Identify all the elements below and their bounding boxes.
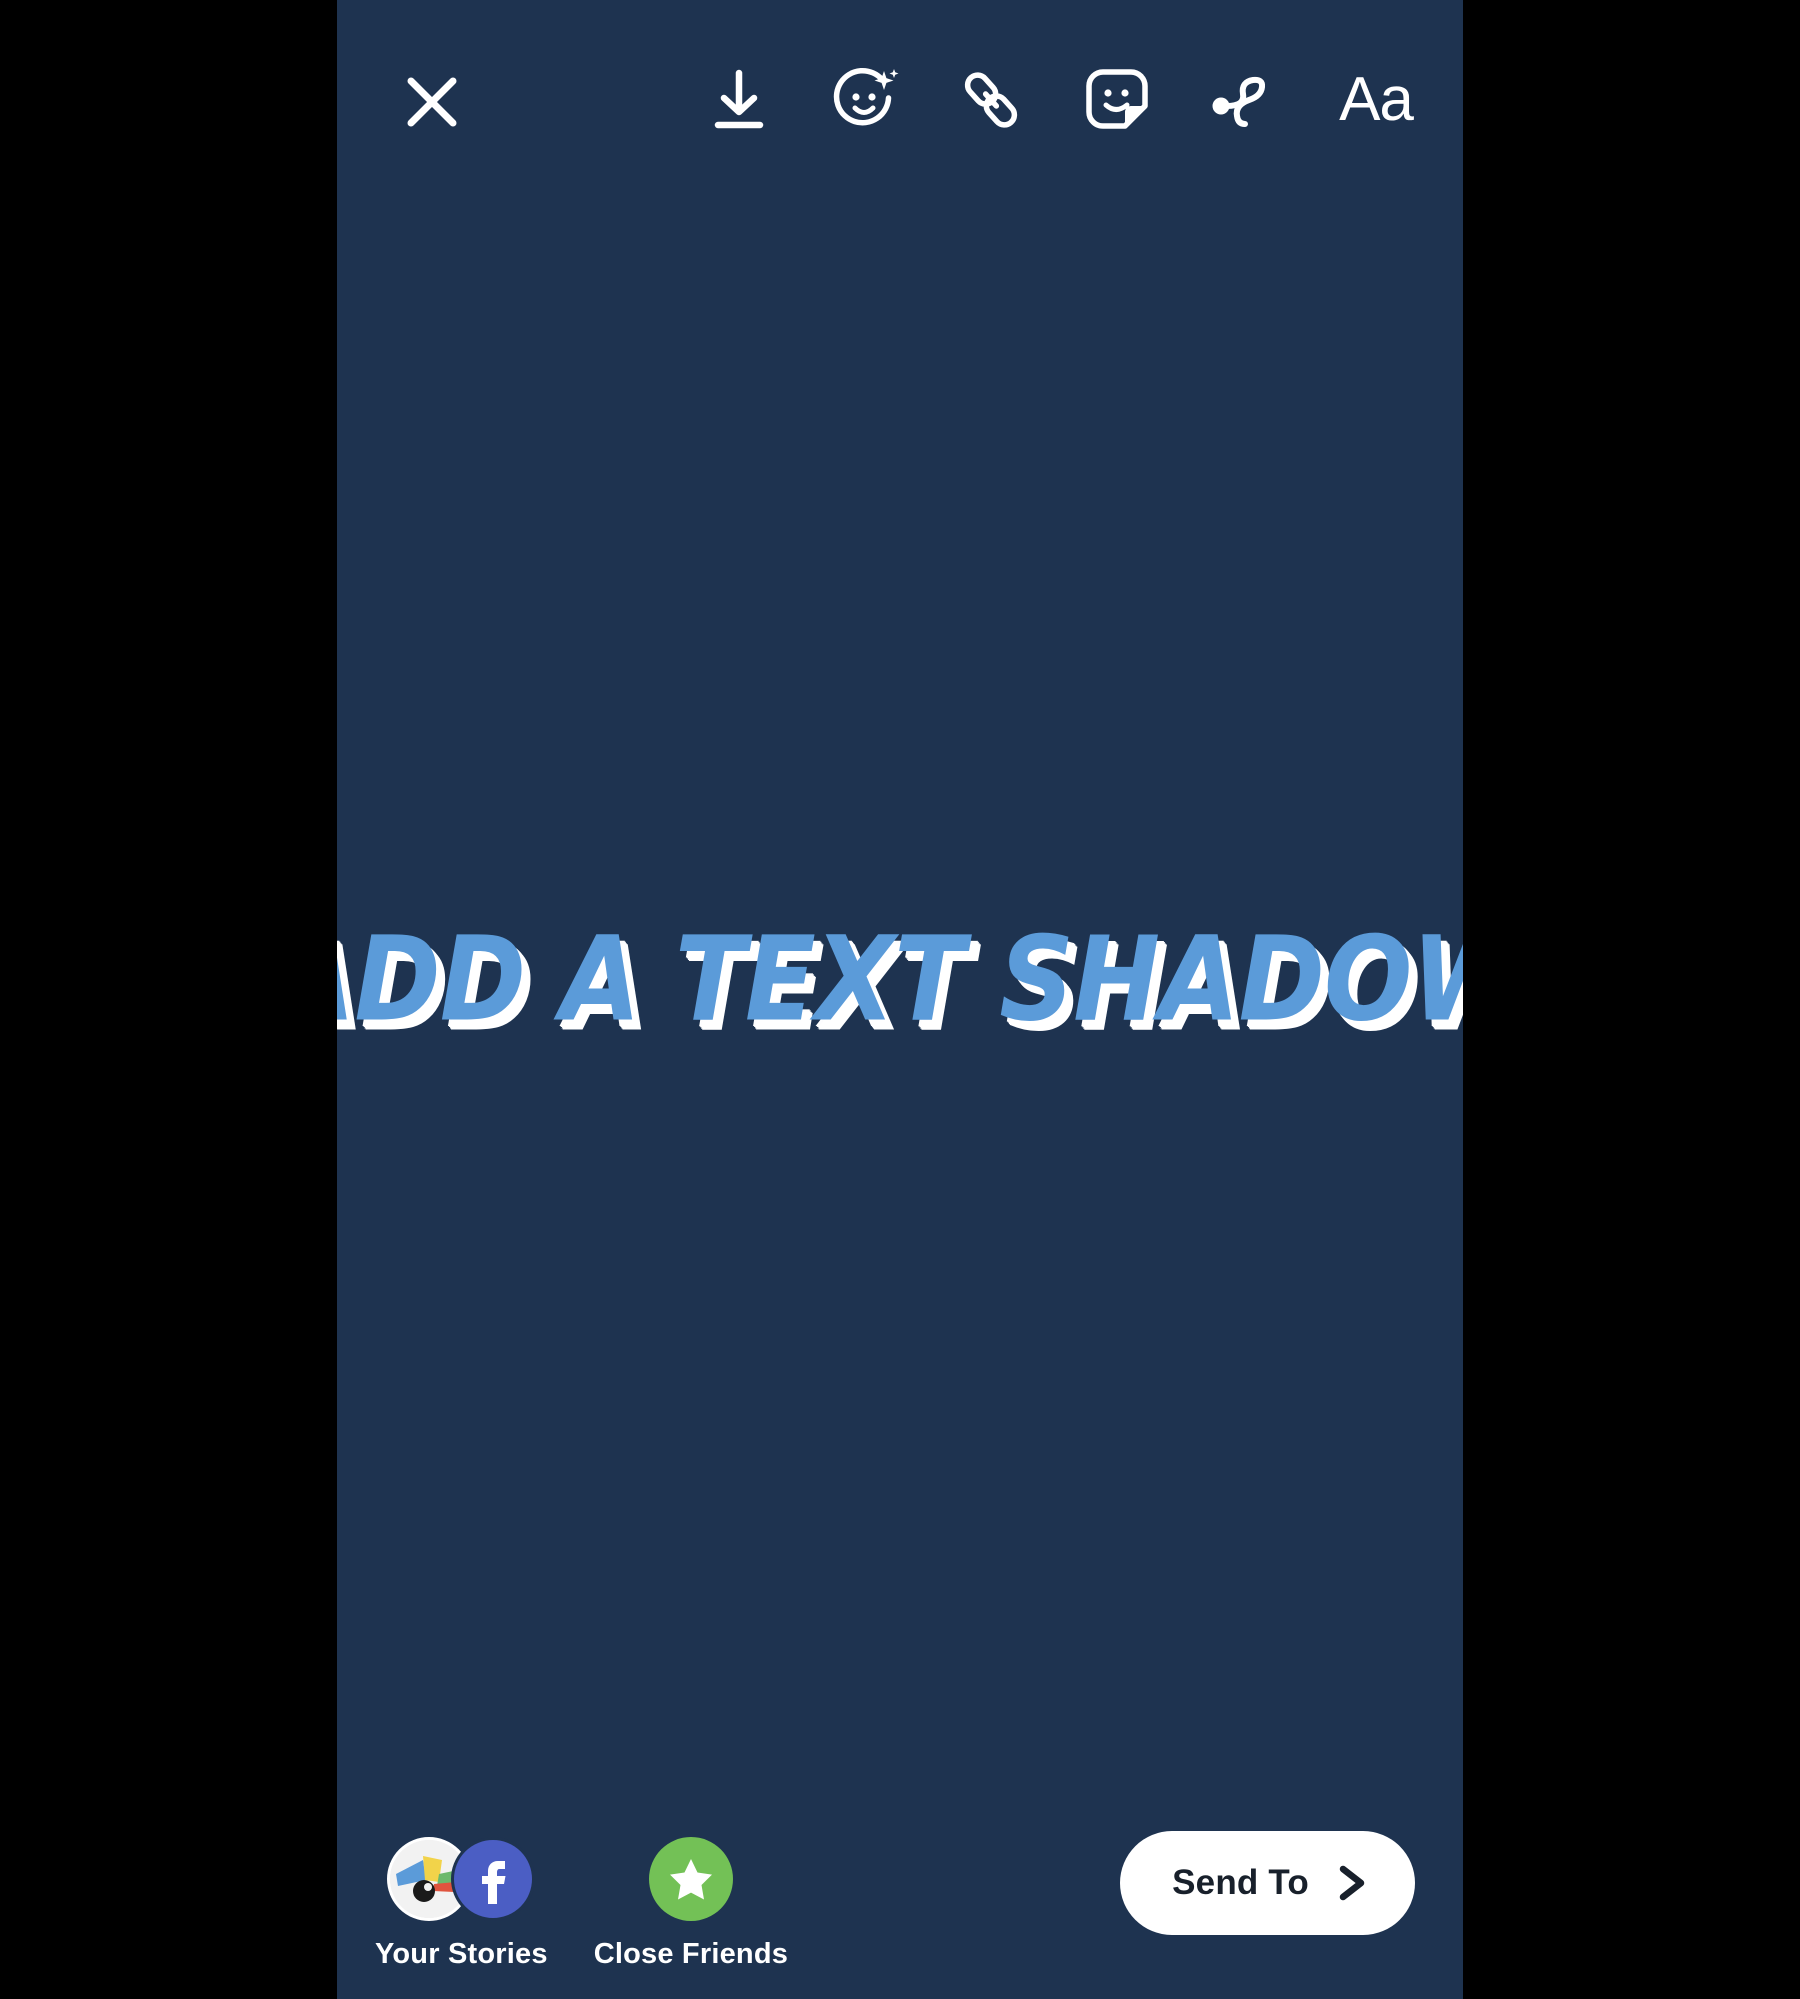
audience-your-stories[interactable]: Your Stories xyxy=(375,1837,548,1971)
close-button[interactable] xyxy=(395,65,469,139)
facebook-badge xyxy=(451,1837,536,1921)
draw-button[interactable] xyxy=(1205,62,1281,138)
link-icon xyxy=(964,72,1018,128)
facebook-icon xyxy=(482,1861,506,1904)
your-stories-icon-cluster xyxy=(387,1837,536,1921)
send-to-label: Send To xyxy=(1172,1863,1309,1902)
text-tool-label: Aa xyxy=(1339,65,1414,134)
close-friends-icon xyxy=(648,1837,733,1921)
top-toolbar: Aa xyxy=(337,0,1463,200)
save-button[interactable] xyxy=(701,62,777,138)
link-button[interactable] xyxy=(953,62,1029,138)
audience-label-your-stories: Your Stories xyxy=(375,1938,548,1970)
story-text-layer: ADD A TEXT SHADOW xyxy=(337,0,1463,1999)
squiggle-draw-icon xyxy=(1212,76,1266,127)
sparkle-smiley-icon xyxy=(833,68,899,126)
story-text[interactable]: ADD A TEXT SHADOW xyxy=(337,920,1463,1036)
stickers-button[interactable] xyxy=(1079,62,1155,138)
star-icon xyxy=(669,1859,712,1900)
send-to-button[interactable]: Send To xyxy=(1120,1831,1415,1935)
toolbar-actions: Aa xyxy=(701,62,1421,138)
audience-label-close-friends: Close Friends xyxy=(593,1938,789,1970)
close-icon xyxy=(407,77,457,127)
story-canvas[interactable]: Aa ADD A TEXT SHADOW Your Stories Close … xyxy=(337,0,1463,1999)
chevron-right-icon xyxy=(1339,1865,1365,1901)
text-tool-button[interactable]: Aa xyxy=(1331,62,1421,138)
sticker-smiley-icon xyxy=(1086,69,1148,129)
bottom-bar: Your Stories Close Friends Send To xyxy=(337,1749,1463,1999)
download-icon xyxy=(714,69,764,129)
effects-button[interactable] xyxy=(827,62,903,138)
audience-close-friends[interactable]: Close Friends xyxy=(594,1837,788,1971)
